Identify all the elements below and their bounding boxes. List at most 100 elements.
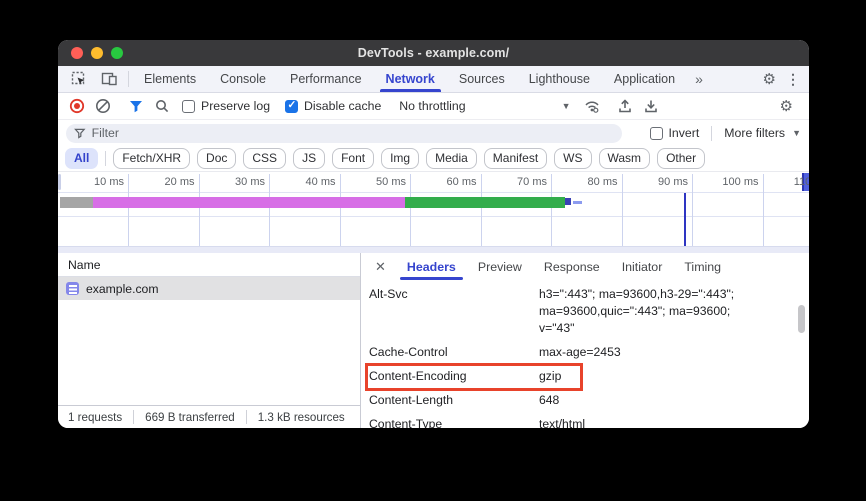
tab-console[interactable]: Console — [208, 66, 278, 92]
chip-doc[interactable]: Doc — [197, 148, 236, 169]
header-value: h3=":443"; ma=93600,h3-29=":443"; ma=936… — [539, 286, 769, 337]
chip-img[interactable]: Img — [381, 148, 419, 169]
tab-headers[interactable]: Headers — [396, 253, 467, 280]
timeline-ruler-line — [58, 192, 809, 193]
close-icon[interactable]: ✕ — [371, 253, 396, 280]
header-value: max-age=2453 — [539, 344, 769, 361]
divider — [246, 410, 247, 424]
header-row-content-length: Content-Length 648 — [369, 392, 809, 409]
more-filters-button[interactable]: More filters ▼ — [724, 126, 801, 140]
header-name: Content-Length — [369, 392, 539, 409]
network-conditions-icon[interactable] — [579, 94, 605, 118]
filter-input-pill[interactable] — [66, 124, 622, 143]
throttling-select[interactable]: No throttling ▼ — [399, 99, 570, 113]
disable-cache-label: Disable cache — [304, 99, 381, 113]
resources-size: 1.3 kB resources — [258, 411, 345, 424]
timeline-tick-label: 100 ms — [703, 176, 759, 188]
filter-funnel-icon[interactable] — [123, 94, 149, 118]
invert-toggle[interactable]: Invert — [650, 126, 700, 140]
chip-fetch-xhr[interactable]: Fetch/XHR — [113, 148, 190, 169]
transferred-size: 669 B transferred — [145, 411, 235, 424]
kebab-menu-icon[interactable]: ⋮ — [784, 66, 809, 92]
tab-sources[interactable]: Sources — [447, 66, 517, 92]
document-icon — [66, 282, 79, 295]
device-toolbar-icon[interactable] — [94, 66, 125, 92]
import-har-icon[interactable] — [612, 94, 638, 118]
chip-manifest[interactable]: Manifest — [484, 148, 547, 169]
timeline-gridline — [128, 174, 129, 246]
headers-list: Alt-Svc h3=":443"; ma=93600,h3-29=":443"… — [361, 280, 809, 428]
throttling-value: No throttling — [399, 99, 465, 113]
chevron-down-icon: ▼ — [562, 101, 571, 111]
search-icon[interactable] — [149, 94, 175, 118]
header-name: Cache-Control — [369, 344, 539, 361]
chip-wasm[interactable]: Wasm — [599, 148, 651, 169]
chip-css[interactable]: CSS — [243, 148, 286, 169]
timeline-tick-label: 40 ms — [280, 176, 336, 188]
devtools-window: DevTools - example.com/ Elements Console… — [58, 40, 809, 428]
network-main-area: Name example.com 1 requests 669 B transf… — [58, 253, 809, 428]
timeline-gridline — [622, 174, 623, 246]
settings-gear-icon[interactable]: ⚙ — [755, 66, 784, 92]
chip-all[interactable]: All — [65, 148, 98, 169]
timeline-tick-label: 80 ms — [562, 176, 618, 188]
preserve-log-toggle[interactable]: Preserve log — [182, 99, 278, 113]
chevron-down-icon: ▼ — [792, 128, 801, 138]
timeline-tick-label: 20 ms — [139, 176, 195, 188]
record-network-log-icon[interactable] — [64, 94, 90, 118]
request-row-example-com[interactable]: example.com — [58, 277, 360, 300]
filter-input[interactable] — [92, 126, 614, 140]
zoom-window-button[interactable] — [111, 47, 123, 59]
network-overview-timeline[interactable]: 10 ms20 ms30 ms40 ms50 ms60 ms70 ms80 ms… — [58, 172, 809, 253]
filter-row: Invert More filters ▼ — [58, 120, 809, 146]
details-tab-strip: ✕ Headers Preview Response Initiator Tim… — [361, 253, 809, 280]
inspect-element-icon[interactable] — [64, 66, 94, 92]
header-name: Content-Encoding — [369, 368, 539, 385]
spacer — [711, 66, 755, 92]
chip-other[interactable]: Other — [657, 148, 705, 169]
disable-cache-toggle[interactable]: Disable cache — [285, 99, 389, 113]
tab-network[interactable]: Network — [374, 66, 447, 92]
name-column-header[interactable]: Name — [58, 253, 360, 277]
chip-media[interactable]: Media — [426, 148, 477, 169]
tab-performance[interactable]: Performance — [278, 66, 374, 92]
export-har-icon[interactable] — [638, 94, 664, 118]
requests-count: 1 requests — [68, 411, 122, 424]
chip-ws[interactable]: WS — [554, 148, 591, 169]
overview-left-handle[interactable] — [58, 174, 61, 190]
timeline-tick-label: 110 ms — [773, 176, 809, 188]
vertical-scrollbar-thumb[interactable] — [798, 305, 805, 333]
minimize-window-button[interactable] — [91, 47, 103, 59]
chip-font[interactable]: Font — [332, 148, 374, 169]
tab-timing[interactable]: Timing — [673, 253, 732, 280]
tab-response[interactable]: Response — [533, 253, 611, 280]
tab-lighthouse[interactable]: Lighthouse — [517, 66, 602, 92]
timeline-gridline — [692, 174, 693, 246]
more-filters-label: More filters — [724, 126, 785, 140]
requests-panel: Name example.com 1 requests 669 B transf… — [58, 253, 361, 428]
load-event-line — [684, 193, 686, 246]
waterfall-end-marker — [565, 198, 571, 205]
invert-checkbox[interactable] — [650, 127, 663, 140]
timeline-gridline — [551, 174, 552, 246]
close-window-button[interactable] — [71, 47, 83, 59]
header-row-content-encoding: Content-Encoding gzip — [369, 368, 809, 385]
timeline-bottom-band — [58, 246, 809, 253]
chip-js[interactable]: JS — [293, 148, 325, 169]
timeline-tick-label: 70 ms — [491, 176, 547, 188]
network-settings-gear-icon[interactable]: ⚙ — [772, 97, 801, 115]
disable-cache-checkbox[interactable] — [285, 100, 298, 113]
more-tabs-chevron-icon[interactable]: » — [687, 66, 711, 92]
tab-preview[interactable]: Preview — [467, 253, 533, 280]
waterfall-segment-request — [93, 197, 405, 208]
timeline-tick-label: 60 ms — [421, 176, 477, 188]
tab-elements[interactable]: Elements — [132, 66, 208, 92]
tab-initiator[interactable]: Initiator — [611, 253, 674, 280]
requests-empty-area — [58, 300, 360, 405]
timeline-gridline — [269, 174, 270, 246]
timeline-tick-label: 10 ms — [68, 176, 124, 188]
clear-network-log-icon[interactable] — [90, 94, 116, 118]
tab-application[interactable]: Application — [602, 66, 687, 92]
preserve-log-checkbox[interactable] — [182, 100, 195, 113]
timeline-gridline — [410, 174, 411, 246]
